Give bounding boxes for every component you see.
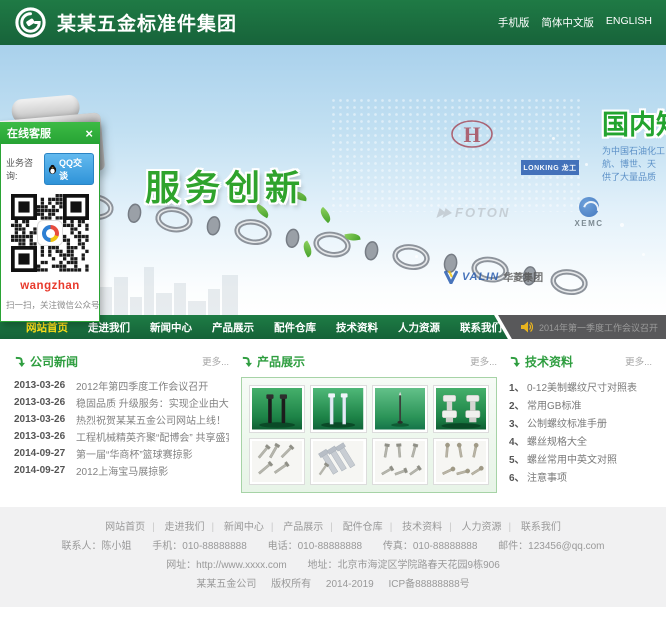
online-service-panel: 在线客服 × 业务咨询: QQ交谈 wang	[0, 122, 100, 322]
header: 某某五金标准件集团 手机版 简体中文版 ENGLISH	[0, 0, 666, 45]
news-item[interactable]: 2013-03-26 稳固品质 升级服务：实现企业由大到强	[14, 394, 229, 411]
product-thumb-single-pin[interactable]	[372, 385, 428, 433]
tech-item[interactable]: 6、 注意事项	[509, 467, 652, 485]
contact-person: 联系人：陈小姐	[62, 541, 132, 552]
footer-link-news[interactable]: 新闻中心	[224, 522, 264, 533]
footer-address-line: 网址：http://www.xxxx.com 地址：北京市海淀区学院路春天花园9…	[0, 556, 666, 575]
header-links: 手机版 简体中文版 ENGLISH	[498, 15, 652, 30]
product-thumb-hex-bolt-set[interactable]	[310, 438, 366, 486]
news-item[interactable]: 2013-03-26 工程机械精英齐聚“配博会” 共享盛宴	[14, 428, 229, 445]
banner-headline: 国内知名	[602, 103, 666, 142]
main-content: 公司新闻 更多... 2013-03-26 2012年第四季度工作会议召开 20…	[0, 339, 666, 493]
contact-mobile: 手机：010-88888888	[152, 541, 247, 552]
company-news-section: 公司新闻 更多... 2013-03-26 2012年第四季度工作会议召开 20…	[14, 353, 229, 493]
footer-links: 网站首页| 走进我们| 新闻中心| 产品展示| 配件仓库| 技术资料| 人力资源…	[0, 518, 666, 537]
section-arrow-icon	[509, 356, 520, 367]
footer-copyright: 某某五金公司 版权所有 2014-2019 ICP备88888888号	[0, 575, 666, 594]
company-logo-icon	[14, 6, 47, 39]
speaker-icon	[521, 321, 533, 333]
tech-item[interactable]: 3、 公制螺纹标准手册	[509, 413, 652, 431]
technical-data-section: 技术资料 更多... 1、 0-12美制螺纹尺寸对照表 2、 常用GB标准 3、…	[509, 353, 652, 493]
tech-more-link[interactable]: 更多...	[625, 354, 652, 368]
news-item[interactable]: 2013-03-26 热烈祝贺某某五金公司网站上线！	[14, 411, 229, 428]
link-english[interactable]: ENGLISH	[606, 15, 652, 30]
qr-tip: 扫一扫，关注微信公众号	[6, 299, 94, 311]
nav-item-news[interactable]: 新闻中心	[150, 320, 192, 335]
brand-foton-logo: FOTON	[438, 205, 510, 220]
nav-item-contact[interactable]: 联系我们	[460, 320, 502, 335]
footer-link-contact[interactable]: 联系我们	[521, 522, 561, 533]
contact-email: 邮件：123456@qq.com	[498, 541, 604, 552]
product-grid	[241, 377, 497, 493]
banner-slogan: 服务创新	[145, 160, 305, 211]
news-section-title: 公司新闻	[30, 353, 78, 370]
footer-link-about[interactable]: 走进我们	[165, 522, 205, 533]
news-more-link[interactable]: 更多...	[202, 354, 229, 368]
footer: 网站首页| 走进我们| 新闻中心| 产品展示| 配件仓库| 技术资料| 人力资源…	[0, 507, 666, 607]
product-thumb-black-bolt-pair[interactable]	[249, 385, 305, 433]
company-address: 地址：北京市海淀区学院路春天花园9栋906	[308, 560, 500, 571]
footer-link-parts[interactable]: 配件仓库	[343, 522, 383, 533]
page: 某某五金标准件集团 手机版 简体中文版 ENGLISH	[0, 0, 666, 631]
tech-item[interactable]: 1、 0-12美制螺纹尺寸对照表	[509, 377, 652, 395]
online-service-header: 在线客服 ×	[0, 122, 100, 144]
footer-link-products[interactable]: 产品展示	[283, 522, 323, 533]
section-arrow-icon	[241, 356, 252, 367]
tech-item[interactable]: 4、 螺丝规格大全	[509, 431, 652, 449]
product-thumb-screw-set-b[interactable]	[372, 438, 428, 486]
tech-item[interactable]: 2、 常用GB标准	[509, 395, 652, 413]
nav-item-products[interactable]: 产品展示	[212, 320, 254, 335]
brand-h-logo-icon: H	[450, 119, 494, 151]
news-item[interactable]: 2013-03-26 2012年第四季度工作会议召开	[14, 377, 229, 394]
news-item[interactable]: 2014-09-27 2012上海宝马展掠影	[14, 462, 229, 479]
xemc-circle-icon	[579, 197, 599, 217]
qr-caption: wangzhan	[6, 280, 94, 292]
brand-xemc-logo: XEMC	[568, 197, 610, 228]
qr-code	[11, 194, 89, 272]
footer-link-tech[interactable]: 技术资料	[402, 522, 442, 533]
svg-text:H: H	[463, 122, 480, 147]
contact-fax: 传真：010-88888888	[383, 541, 478, 552]
valin-v-icon	[444, 270, 458, 284]
footer-contact-line: 联系人：陈小姐 手机：010-88888888 电话：010-88888888 …	[0, 537, 666, 556]
website-url[interactable]: 网址：http://www.xxxx.com	[166, 560, 287, 571]
nav-item-tech[interactable]: 技术资料	[336, 320, 378, 335]
section-arrow-icon	[14, 356, 25, 367]
footer-link-hr[interactable]: 人力资源	[461, 522, 501, 533]
product-thumb-screw-set-c[interactable]	[433, 438, 489, 486]
qr-center-logo-icon	[38, 221, 62, 245]
link-mobile-version[interactable]: 手机版	[498, 15, 530, 30]
products-section-title: 产品展示	[257, 353, 305, 370]
qq-chat-button[interactable]: QQ交谈	[44, 153, 94, 185]
brand-valin-logo: VALIN 华菱集团	[444, 269, 543, 284]
qq-penguin-icon	[48, 164, 57, 175]
contact-phone: 电话：010-88888888	[268, 541, 363, 552]
consult-label: 业务咨询:	[6, 156, 41, 182]
online-service-title: 在线客服	[7, 125, 51, 141]
nav-item-hr[interactable]: 人力资源	[398, 320, 440, 335]
product-thumb-screw-set-a[interactable]	[249, 438, 305, 486]
online-service-body: 业务咨询: QQ交谈 wangzhan 扫一扫，关注微信公众号	[0, 144, 100, 322]
company-name: 某某五金标准件集团	[57, 9, 237, 36]
product-display-section: 产品展示 更多...	[241, 353, 497, 493]
footer-link-home[interactable]: 网站首页	[105, 522, 145, 533]
close-icon[interactable]: ×	[85, 127, 93, 140]
banner-description: 为中国石油化工 航、博世、天 供了大量品质	[602, 145, 665, 184]
product-thumb-assembled-bolt-nuts[interactable]	[433, 385, 489, 433]
link-simplified-chinese[interactable]: 简体中文版	[541, 15, 594, 30]
tech-section-title: 技术资料	[525, 353, 573, 370]
brand-lonking-logo: LONKING 龙工	[521, 160, 579, 175]
news-item[interactable]: 2014-09-27 第一届“华商杯”篮球赛掠影	[14, 445, 229, 462]
news-ticker: 2014年第一季度工作会议召开	[521, 315, 658, 339]
icp-number[interactable]: ICP备88888888号	[389, 579, 470, 590]
ticker-text[interactable]: 2014年第一季度工作会议召开	[539, 321, 658, 334]
product-thumb-white-rod-pair[interactable]	[310, 385, 366, 433]
tech-item[interactable]: 5、 螺丝常用中英文对照	[509, 449, 652, 467]
nav-item-parts[interactable]: 配件仓库	[274, 320, 316, 335]
products-more-link[interactable]: 更多...	[470, 354, 497, 368]
